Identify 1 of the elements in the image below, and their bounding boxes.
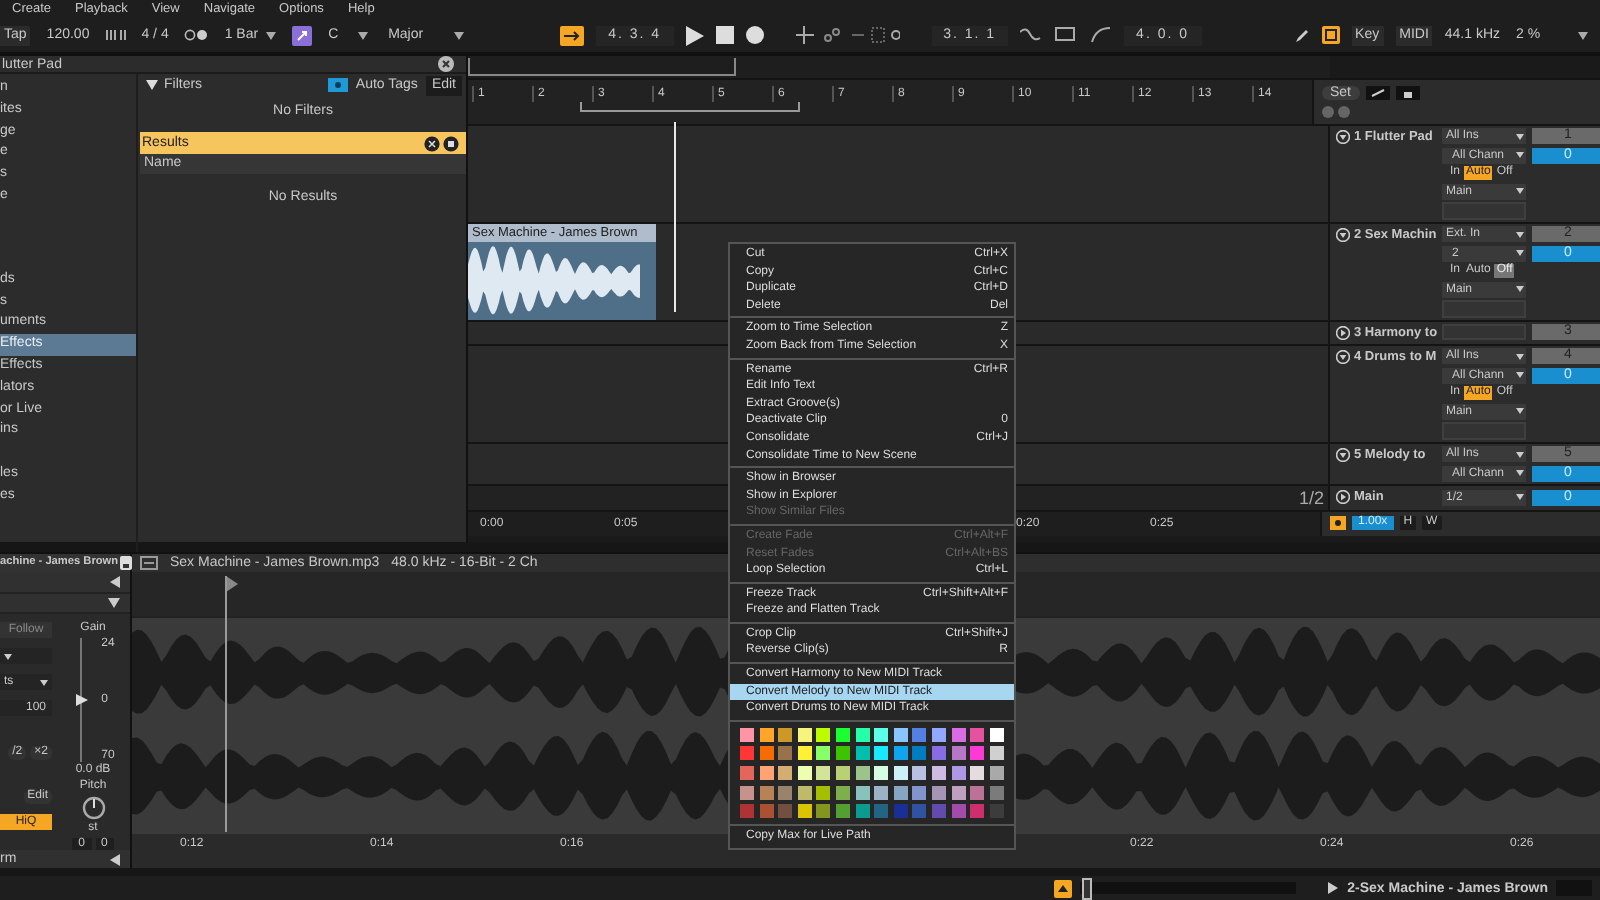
zoom-fraction: 1/2	[1298, 487, 1324, 507]
